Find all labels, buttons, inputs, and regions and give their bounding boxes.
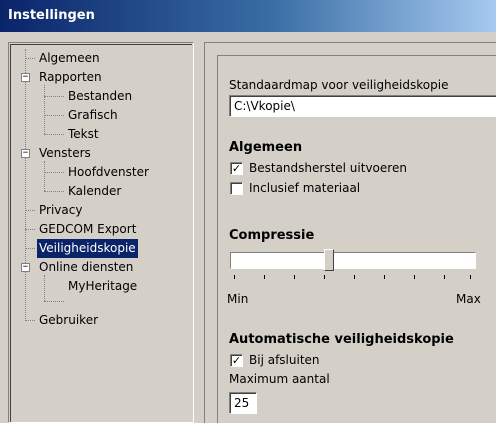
tree-connector — [25, 210, 35, 211]
collapse-icon[interactable]: − — [21, 73, 30, 82]
tree-connector — [25, 229, 35, 230]
tree-item-gebruiker[interactable]: Gebruiker — [37, 311, 100, 330]
tree-connector — [44, 191, 64, 192]
tree-connector — [44, 301, 64, 302]
material-checkbox[interactable] — [230, 182, 243, 195]
title-bar: Instellingen — [0, 0, 496, 32]
slider-thumb[interactable] — [324, 249, 334, 271]
tree-item-grafisch[interactable]: Grafisch — [66, 106, 120, 125]
tree-item-gedcom-export[interactable]: GEDCOM Export — [37, 220, 138, 239]
backup-folder-input[interactable]: C:\Vkopie\ — [229, 95, 496, 117]
on-close-label: Bij afsluiten — [249, 353, 320, 367]
tree-item-rapporten[interactable]: Rapporten — [37, 68, 104, 87]
slider-tick — [324, 275, 325, 279]
tree-root-line — [25, 49, 26, 319]
tree-connector — [44, 134, 64, 135]
slider-tick — [294, 275, 295, 279]
tree-item-vensters[interactable]: Vensters — [37, 144, 93, 163]
slider-tick — [470, 275, 471, 279]
tree-item-kalender[interactable]: Kalender — [66, 182, 123, 201]
backup-settings-page: Standaardmap voor veiligheidskopie C:\Vk… — [217, 55, 496, 423]
tree-child-line — [44, 275, 45, 301]
compression-max-label: Max — [456, 292, 481, 306]
restore-label: Bestandsherstel uitvoeren — [249, 161, 407, 175]
tree-item-bestanden[interactable]: Bestanden — [66, 87, 134, 106]
compression-min-label: Min — [227, 292, 249, 306]
tree-item-myheritage[interactable]: MyHeritage — [66, 277, 139, 296]
material-label: Inclusief materiaal — [249, 181, 361, 195]
slider-tick — [234, 275, 235, 279]
tree-connector — [44, 172, 64, 173]
restore-checkbox[interactable]: ✓ — [230, 162, 243, 175]
tree-connector — [25, 58, 35, 59]
slider-tick — [264, 275, 265, 279]
tree-connector — [44, 96, 64, 97]
tree-item-online-diensten[interactable]: Online diensten — [37, 258, 135, 277]
window-title: Instellingen — [8, 8, 95, 23]
slider-tick — [444, 275, 445, 279]
tree-child-line — [44, 161, 45, 191]
tree-child-line — [44, 85, 45, 134]
slider-track — [230, 252, 476, 269]
tree-item-algemeen[interactable]: Algemeen — [37, 49, 102, 68]
folder-label: Standaardmap voor veiligheidskopie — [229, 78, 449, 92]
tree-inner: − − − Algemeen Rapporten Bestanden Grafi… — [10, 44, 192, 422]
on-close-checkbox[interactable]: ✓ — [230, 354, 243, 367]
tree-connector — [25, 320, 35, 321]
settings-tree[interactable]: − − − Algemeen Rapporten Bestanden Grafi… — [8, 42, 194, 423]
auto-backup-heading: Automatische veiligheidskopie — [229, 332, 454, 347]
slider-tick — [414, 275, 415, 279]
tree-connector — [44, 115, 64, 116]
max-count-label: Maximum aantal — [229, 372, 330, 386]
tree-item-privacy[interactable]: Privacy — [37, 201, 84, 220]
collapse-icon[interactable]: − — [21, 149, 30, 158]
collapse-icon[interactable]: − — [21, 263, 30, 272]
slider-tick — [384, 275, 385, 279]
compression-heading: Compressie — [229, 228, 315, 243]
max-count-input[interactable]: 25 — [229, 392, 257, 414]
tree-item-tekst[interactable]: Tekst — [66, 125, 101, 144]
tree-item-hoofdvenster[interactable]: Hoofdvenster — [66, 163, 151, 182]
settings-content: Standaardmap voor veiligheidskopie C:\Vk… — [204, 42, 496, 423]
tree-item-veiligheidskopie[interactable]: Veiligheidskopie — [37, 239, 138, 258]
general-heading: Algemeen — [229, 140, 303, 155]
tree-connector — [25, 248, 35, 249]
compression-slider[interactable] — [230, 249, 476, 289]
slider-tick — [354, 275, 355, 279]
